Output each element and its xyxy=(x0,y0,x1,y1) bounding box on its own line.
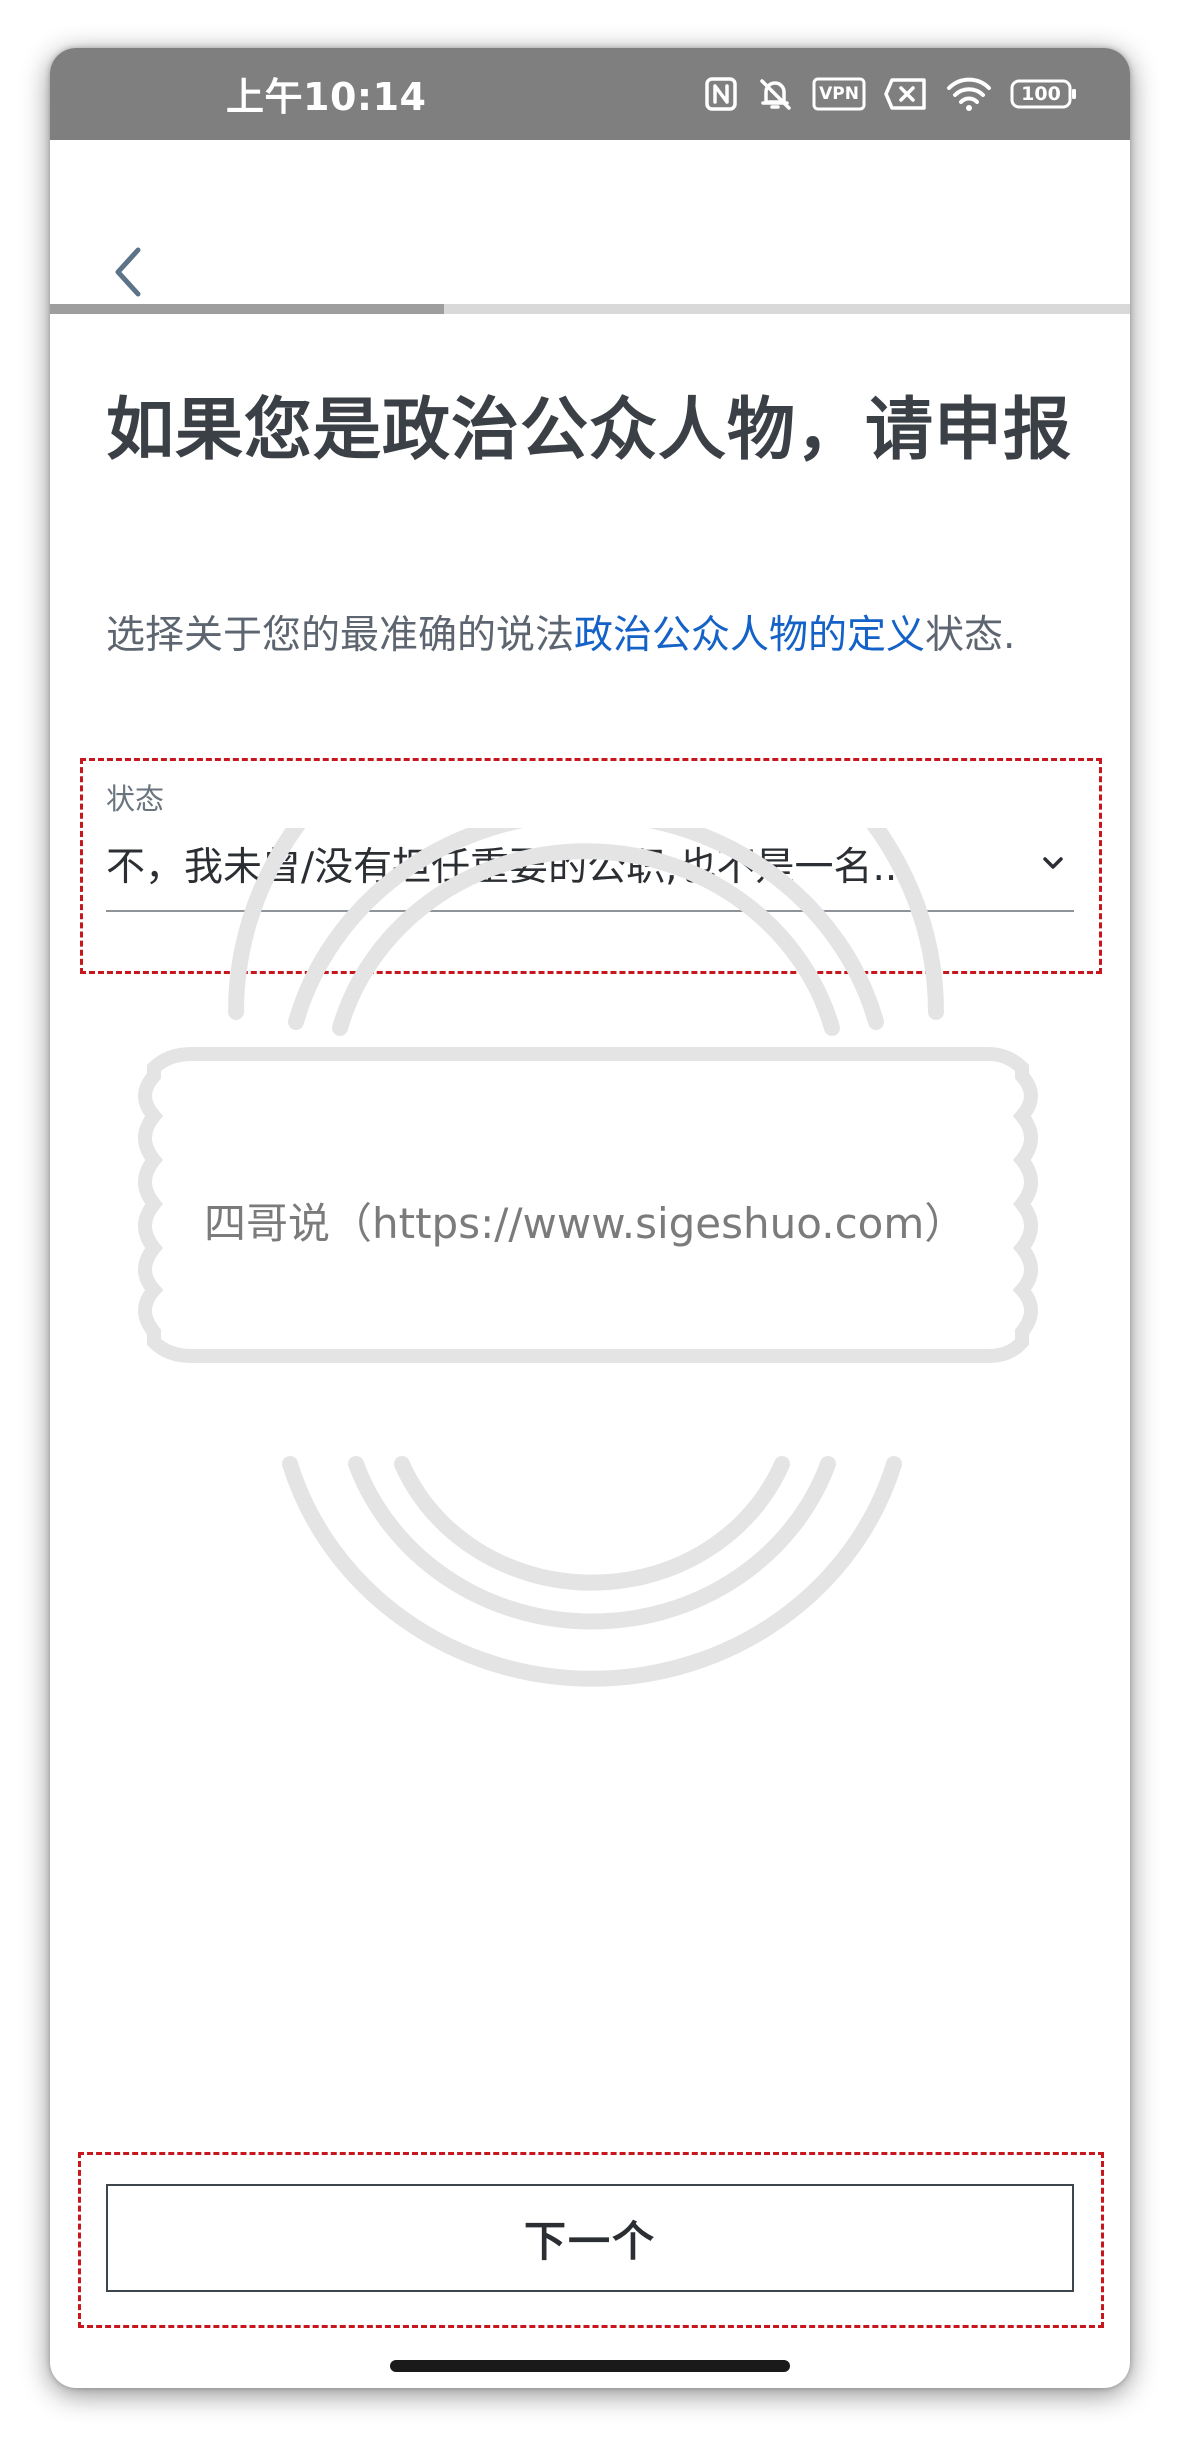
page-title: 如果您是政治公众人物，请申报 xyxy=(106,391,1073,470)
battery-icon: 100 xyxy=(1010,77,1078,111)
next-button[interactable]: 下一个 xyxy=(106,2184,1074,2292)
progress-fill xyxy=(50,304,445,314)
pep-definition-link[interactable]: 政治公众人物的定义 xyxy=(574,613,925,658)
vpn-icon: VPN xyxy=(812,77,866,111)
progress-bar xyxy=(50,304,1130,314)
status-bar: 上午10:14 VPN 100 xyxy=(50,48,1130,140)
status-time: 上午10:14 xyxy=(226,75,427,119)
status-icons: VPN 100 xyxy=(704,70,1078,118)
phone-screen: 上午10:14 VPN 100 如果您是政治公众人物，请申报 选择关于您的最准确… xyxy=(50,48,1130,2388)
wifi-icon xyxy=(946,76,992,112)
page-subtitle: 选择关于您的最准确的说法政治公众人物的定义状态. xyxy=(106,608,1096,664)
watermark-text: 四哥说（https://www.sigeshuo.com） xyxy=(204,1199,967,1248)
chevron-left-icon xyxy=(115,247,141,297)
page: 上午10:14 VPN 100 如果您是政治公众人物，请申报 选择关于您的最准确… xyxy=(0,0,1180,2440)
nfc-icon xyxy=(704,76,738,112)
status-field-underline xyxy=(106,910,1074,912)
bell-off-icon xyxy=(756,75,794,113)
back-button[interactable] xyxy=(90,234,166,310)
vpn-label: VPN xyxy=(819,84,859,104)
home-indicator[interactable] xyxy=(390,2360,790,2372)
status-field-label: 状态 xyxy=(106,782,165,816)
subtitle-text: 选择关于您的最准确的说法 xyxy=(106,613,575,658)
status-field-value: 不，我未曾/没有担任重要的公职,也不是一名... xyxy=(106,845,910,890)
chevron-down-icon xyxy=(1043,857,1063,869)
app-header xyxy=(50,140,1130,354)
subtitle-suffix: 状态. xyxy=(925,613,1016,658)
battery-level: 100 xyxy=(1021,83,1061,105)
sim-error-icon xyxy=(884,77,928,111)
status-select[interactable]: 状态 不，我未曾/没有担任重要的公职,也不是一名... xyxy=(106,776,1074,924)
